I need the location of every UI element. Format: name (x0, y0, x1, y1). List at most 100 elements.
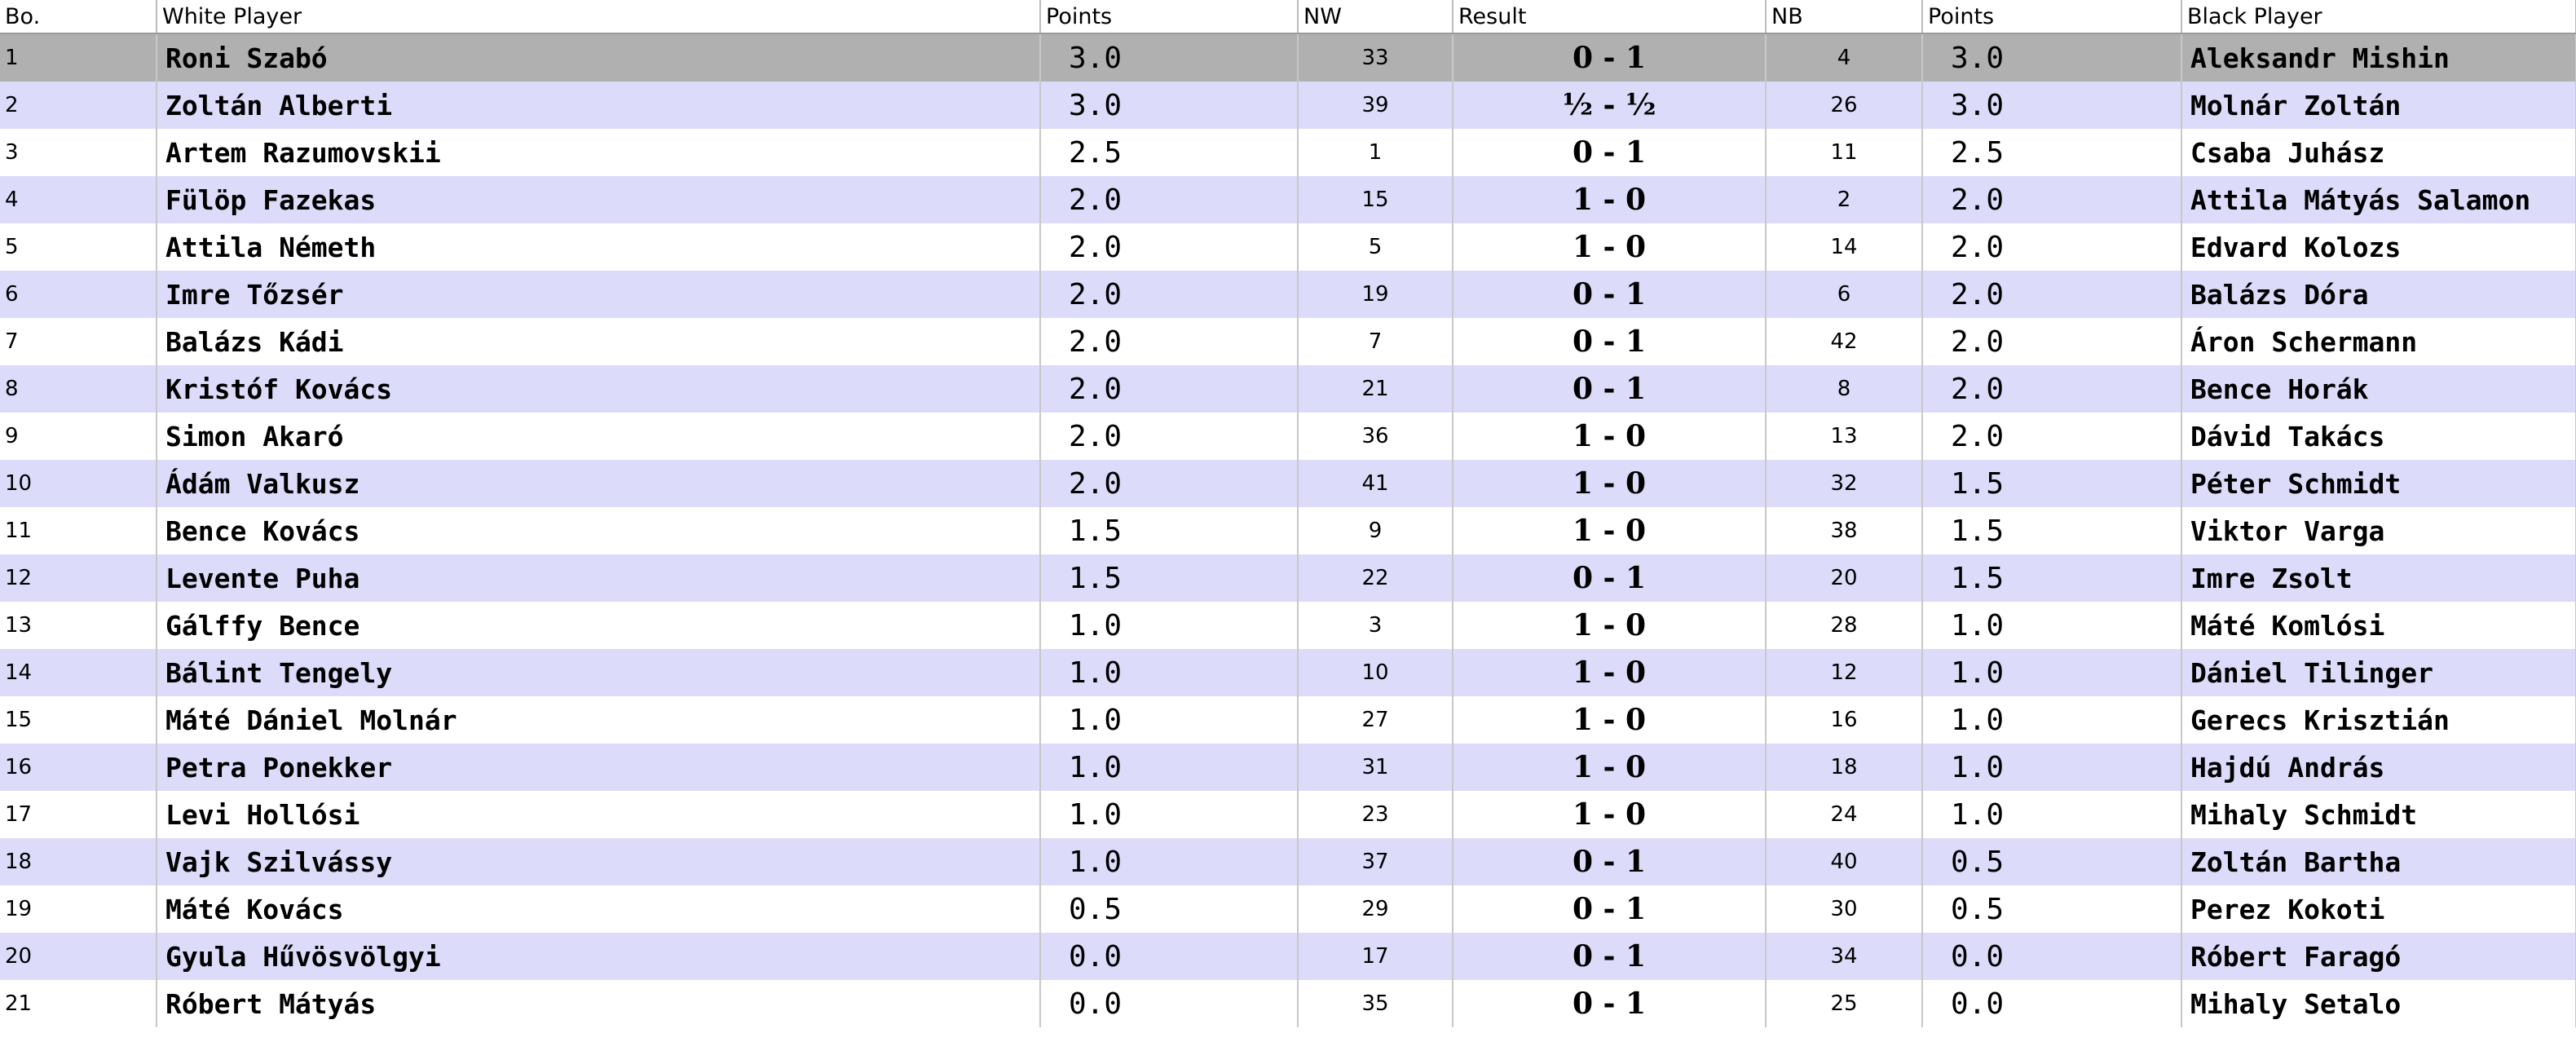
cell-result[interactable]: 1 - 0 (1453, 413, 1767, 460)
cell-white-points[interactable]: 2.0 (1040, 176, 1299, 223)
cell-nw[interactable]: 7 (1298, 318, 1453, 365)
cell-white-player[interactable]: Bálint Tengely (157, 649, 1041, 696)
column-header-black-player[interactable]: Black Player (2181, 0, 2576, 34)
cell-black-points[interactable]: 1.0 (1922, 791, 2182, 838)
cell-white-points[interactable]: 1.5 (1040, 507, 1299, 554)
cell-white-player[interactable]: Gálffy Bence (157, 602, 1041, 649)
cell-board[interactable]: 19 (0, 885, 157, 933)
cell-white-player[interactable]: Roni Szabó (157, 33, 1041, 82)
cell-white-player[interactable]: Imre Tőzsér (157, 271, 1041, 318)
cell-white-player[interactable]: Levente Puha (157, 554, 1041, 602)
cell-nb[interactable]: 42 (1766, 318, 1923, 365)
cell-board[interactable]: 8 (0, 365, 157, 413)
table-row[interactable]: 8 Kristóf Kovács 2.0 21 0 - 1 8 2.0 Bence Horák (0, 365, 2576, 413)
cell-nb[interactable]: 6 (1766, 271, 1923, 318)
table-row[interactable]: 21 Róbert Mátyás 0.0 35 0 - 1 25 0.0 Mihaly Set… (0, 980, 2576, 1027)
column-header-nb[interactable]: NB (1766, 0, 1923, 34)
cell-result[interactable]: 1 - 0 (1453, 223, 1767, 271)
table-row[interactable]: 7 Balázs Kádi 2.0 7 0 - 1 42 2.0 Áron Schermann (0, 318, 2576, 365)
cell-black-points[interactable]: 1.0 (1922, 696, 2182, 744)
cell-board[interactable]: 1 (0, 33, 157, 82)
cell-result[interactable]: 0 - 1 (1453, 980, 1767, 1027)
cell-board[interactable]: 18 (0, 838, 157, 885)
cell-black-points[interactable]: 2.0 (1922, 413, 2182, 460)
cell-white-points[interactable]: 2.0 (1040, 365, 1299, 413)
cell-nw[interactable]: 22 (1298, 554, 1453, 602)
cell-white-points[interactable]: 1.0 (1040, 602, 1299, 649)
column-header-board[interactable]: Bo. (0, 0, 157, 34)
cell-white-points[interactable]: 2.0 (1040, 460, 1299, 507)
cell-nb[interactable]: 11 (1766, 129, 1923, 176)
cell-white-points[interactable]: 0.0 (1040, 980, 1299, 1027)
cell-nw[interactable]: 10 (1298, 649, 1453, 696)
cell-white-points[interactable]: 1.0 (1040, 649, 1299, 696)
cell-black-player[interactable]: Zoltán Bartha (2181, 838, 2576, 885)
cell-board[interactable]: 13 (0, 602, 157, 649)
cell-black-points[interactable]: 2.0 (1922, 271, 2182, 318)
cell-result[interactable]: 1 - 0 (1453, 176, 1767, 223)
cell-black-player[interactable]: Perez Kokoti (2181, 885, 2576, 933)
cell-nw[interactable]: 15 (1298, 176, 1453, 223)
cell-nw[interactable]: 41 (1298, 460, 1453, 507)
cell-nw[interactable]: 17 (1298, 933, 1453, 980)
cell-black-points[interactable]: 3.0 (1922, 82, 2182, 129)
cell-white-player[interactable]: Levi Hollósi (157, 791, 1041, 838)
cell-board[interactable]: 6 (0, 271, 157, 318)
column-header-white-player[interactable]: White Player (157, 0, 1041, 34)
cell-black-player[interactable]: Máté Komlósi (2181, 602, 2576, 649)
column-header-white-points[interactable]: Points (1040, 0, 1299, 34)
cell-black-points[interactable]: 1.0 (1922, 649, 2182, 696)
cell-nb[interactable]: 25 (1766, 980, 1923, 1027)
cell-black-player[interactable]: Péter Schmidt (2181, 460, 2576, 507)
cell-white-player[interactable]: Gyula Hűvösvölgyi (157, 933, 1041, 980)
table-row[interactable]: 14 Bálint Tengely 1.0 10 1 - 0 12 1.0 Dániel Ti… (0, 649, 2576, 696)
cell-black-player[interactable]: Dávid Takács (2181, 413, 2576, 460)
cell-white-player[interactable]: Fülöp Fazekas (157, 176, 1041, 223)
table-row[interactable]: 19 Máté Kovács 0.5 29 0 - 1 30 0.5 Perez Kokoti (0, 885, 2576, 933)
table-row[interactable]: 12 Levente Puha 1.5 22 0 - 1 20 1.5 Imre Zsolt (0, 554, 2576, 602)
cell-board[interactable]: 10 (0, 460, 157, 507)
cell-nb[interactable]: 26 (1766, 82, 1923, 129)
cell-board[interactable]: 17 (0, 791, 157, 838)
cell-white-player[interactable]: Kristóf Kovács (157, 365, 1041, 413)
cell-result[interactable]: 1 - 0 (1453, 649, 1767, 696)
cell-black-player[interactable]: Bence Horák (2181, 365, 2576, 413)
cell-nb[interactable]: 30 (1766, 885, 1923, 933)
cell-white-points[interactable]: 2.0 (1040, 413, 1299, 460)
cell-white-player[interactable]: Máté Kovács (157, 885, 1041, 933)
table-row[interactable]: 2 Zoltán Alberti 3.0 39 ½ - ½ 26 3.0 Molnár Zol… (0, 82, 2576, 129)
cell-black-player[interactable]: Viktor Varga (2181, 507, 2576, 554)
cell-black-player[interactable]: Dániel Tilinger (2181, 649, 2576, 696)
cell-black-player[interactable]: Hajdú András (2181, 744, 2576, 791)
cell-white-points[interactable]: 1.0 (1040, 696, 1299, 744)
cell-white-points[interactable]: 1.0 (1040, 744, 1299, 791)
cell-board[interactable]: 20 (0, 933, 157, 980)
cell-white-points[interactable]: 2.0 (1040, 318, 1299, 365)
cell-nw[interactable]: 33 (1298, 33, 1453, 82)
cell-nb[interactable]: 38 (1766, 507, 1923, 554)
cell-nb[interactable]: 34 (1766, 933, 1923, 980)
cell-black-points[interactable]: 1.5 (1922, 460, 2182, 507)
cell-nb[interactable]: 18 (1766, 744, 1923, 791)
cell-nb[interactable]: 40 (1766, 838, 1923, 885)
cell-board[interactable]: 11 (0, 507, 157, 554)
cell-nb[interactable]: 2 (1766, 176, 1923, 223)
cell-white-points[interactable]: 3.0 (1040, 33, 1299, 82)
cell-black-player[interactable]: Imre Zsolt (2181, 554, 2576, 602)
cell-black-player[interactable]: Molnár Zoltán (2181, 82, 2576, 129)
cell-black-player[interactable]: Aleksandr Mishin (2181, 33, 2576, 82)
table-row[interactable]: 13 Gálffy Bence 1.0 3 1 - 0 28 1.0 Máté Komlósi (0, 602, 2576, 649)
cell-nb[interactable]: 13 (1766, 413, 1923, 460)
cell-white-points[interactable]: 1.0 (1040, 838, 1299, 885)
cell-black-points[interactable]: 1.0 (1922, 602, 2182, 649)
cell-white-points[interactable]: 0.0 (1040, 933, 1299, 980)
cell-board[interactable]: 5 (0, 223, 157, 271)
cell-nw[interactable]: 37 (1298, 838, 1453, 885)
cell-nw[interactable]: 39 (1298, 82, 1453, 129)
cell-black-player[interactable]: Gerecs Krisztián (2181, 696, 2576, 744)
cell-black-points[interactable]: 0.5 (1922, 838, 2182, 885)
cell-black-player[interactable]: Csaba Juhász (2181, 129, 2576, 176)
cell-white-player[interactable]: Attila Németh (157, 223, 1041, 271)
cell-board[interactable]: 9 (0, 413, 157, 460)
cell-nw[interactable]: 29 (1298, 885, 1453, 933)
